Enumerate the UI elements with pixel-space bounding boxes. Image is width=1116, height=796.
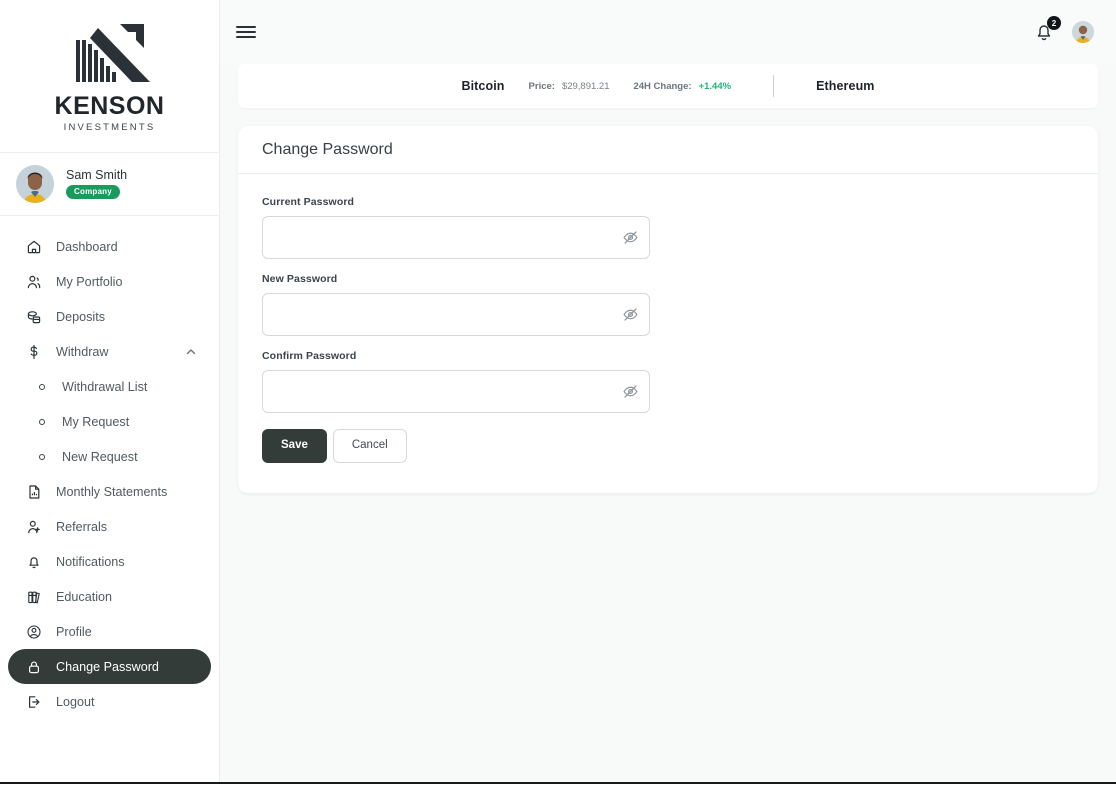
new-password-input-wrap xyxy=(262,293,650,336)
new-password-input[interactable] xyxy=(262,293,650,336)
sidebar-nav: Dashboard My Portfolio Deposits Withdraw… xyxy=(0,216,219,719)
bell-icon xyxy=(26,554,42,570)
user-avatar-icon xyxy=(1072,21,1094,43)
sidebar-item-label: Deposits xyxy=(56,309,105,324)
ticker-change-label: 24H Change: xyxy=(633,80,692,92)
sidebar-item-label: Logout xyxy=(56,694,95,709)
avatar[interactable] xyxy=(1072,21,1094,43)
sidebar-item-monthly-statements[interactable]: Monthly Statements xyxy=(8,474,211,509)
bottom-divider xyxy=(0,782,1116,784)
topbar: 2 xyxy=(220,0,1116,64)
save-button[interactable]: Save xyxy=(262,429,327,463)
ticker-change-value: +1.44% xyxy=(698,80,732,92)
current-password-input[interactable] xyxy=(262,216,650,259)
confirm-password-input-wrap xyxy=(262,370,650,413)
page-title: Change Password xyxy=(262,140,393,158)
new-password-label: New Password xyxy=(262,273,338,285)
dollar-icon xyxy=(26,344,42,360)
avatar xyxy=(16,165,54,203)
crypto-ticker: Bitcoin Price: $29,891.21 24H Change: +1… xyxy=(238,64,1098,108)
eye-off-icon[interactable] xyxy=(620,382,640,402)
sidebar-item-label: Withdraw xyxy=(56,344,109,359)
home-icon xyxy=(26,239,42,255)
user-avatar-icon xyxy=(16,165,54,203)
sidebar-item-notifications[interactable]: Notifications xyxy=(8,544,211,579)
eye-off-icon[interactable] xyxy=(620,228,640,248)
sidebar-item-label: Withdrawal List xyxy=(62,379,148,394)
profile-text: Sam Smith Company xyxy=(66,169,127,200)
sidebar-item-label: Profile xyxy=(56,624,92,639)
user-plus-icon xyxy=(26,519,42,535)
ticker-coin-bitcoin[interactable]: Bitcoin xyxy=(461,79,504,93)
brand-tagline: INVESTMENTS xyxy=(63,121,156,133)
ticker-price-label: Price: xyxy=(528,80,555,92)
logout-icon xyxy=(26,694,42,710)
confirm-password-label: Confirm Password xyxy=(262,350,357,362)
sidebar-item-change-password[interactable]: Change Password xyxy=(8,649,211,684)
sidebar-item-education[interactable]: Education xyxy=(8,579,211,614)
user-circle-icon xyxy=(26,624,42,640)
profile-name: Sam Smith xyxy=(66,167,128,182)
ticker-inner: Bitcoin Price: $29,891.21 24H Change: +1… xyxy=(461,75,874,97)
field-current-password: Current Password xyxy=(262,196,1074,259)
sidebar-item-deposits[interactable]: Deposits xyxy=(8,299,211,334)
ticker-divider xyxy=(773,75,775,97)
confirm-password-input[interactable] xyxy=(262,370,650,413)
hamburger-icon[interactable] xyxy=(236,26,256,38)
sidebar-item-label: Change Password xyxy=(56,659,159,674)
sidebar-profile[interactable]: Sam Smith Company xyxy=(0,153,219,216)
sidebar-item-logout[interactable]: Logout xyxy=(8,684,211,719)
change-password-card: Change Password Current Password New Pas… xyxy=(238,126,1098,493)
brand-name: KENSON xyxy=(54,91,165,120)
cancel-button[interactable]: Cancel xyxy=(332,429,407,463)
books-icon xyxy=(26,589,42,605)
topbar-actions: 2 xyxy=(1034,16,1094,43)
sidebar-item-my-request[interactable]: My Request xyxy=(8,404,211,439)
card-header: Change Password xyxy=(238,126,1098,174)
form-actions: Save Cancel xyxy=(262,429,1074,463)
field-confirm-password: Confirm Password xyxy=(262,350,1074,413)
bullet-icon xyxy=(38,414,46,430)
notifications-button[interactable]: 2 xyxy=(1034,16,1061,43)
sidebar-item-referrals[interactable]: Referrals xyxy=(8,509,211,544)
sidebar-item-my-portfolio[interactable]: My Portfolio xyxy=(8,264,211,299)
field-new-password: New Password xyxy=(262,273,1074,336)
arrow-bars-logo-icon xyxy=(75,23,150,82)
brand-logo[interactable]: KENSON INVESTMENTS xyxy=(0,0,219,153)
sidebar-item-withdraw[interactable]: Withdraw xyxy=(8,334,211,369)
main-area: 2 Bitcoin Price: $29,891.21 24H Change: … xyxy=(220,0,1116,782)
sidebar-item-label: My Request xyxy=(62,414,130,429)
bullet-icon xyxy=(38,449,46,465)
status-badge: Company xyxy=(66,185,120,200)
ticker-price-value: $29,891.21 xyxy=(561,80,610,92)
lock-icon xyxy=(26,659,42,675)
sidebar-item-dashboard[interactable]: Dashboard xyxy=(8,229,211,264)
app-root: KENSON INVESTMENTS Sam Smith Company Das… xyxy=(0,0,1116,796)
notification-count-badge: 2 xyxy=(1047,16,1061,30)
document-icon xyxy=(26,484,42,500)
bullet-icon xyxy=(38,379,46,395)
chevron-up-icon[interactable] xyxy=(185,346,197,358)
sidebar-item-label: My Portfolio xyxy=(56,274,123,289)
sidebar-item-label: Dashboard xyxy=(56,239,118,254)
coins-icon xyxy=(26,309,42,325)
sidebar-item-label: New Request xyxy=(62,449,138,464)
current-password-input-wrap xyxy=(262,216,650,259)
sidebar-item-label: Monthly Statements xyxy=(56,484,168,499)
sidebar-item-label: Education xyxy=(56,589,113,604)
sidebar: KENSON INVESTMENTS Sam Smith Company Das… xyxy=(0,0,220,782)
ticker-coin-ethereum[interactable]: Ethereum xyxy=(816,79,874,93)
card-body: Current Password New Password Confirm Pa… xyxy=(238,174,1098,493)
current-password-label: Current Password xyxy=(262,196,355,208)
sidebar-item-label: Notifications xyxy=(56,554,125,569)
sidebar-item-profile[interactable]: Profile xyxy=(8,614,211,649)
users-icon xyxy=(26,274,42,290)
sidebar-item-withdrawal-list[interactable]: Withdrawal List xyxy=(8,369,211,404)
sidebar-item-label: Referrals xyxy=(56,519,108,534)
sidebar-item-new-request[interactable]: New Request xyxy=(8,439,211,474)
eye-off-icon[interactable] xyxy=(620,305,640,325)
